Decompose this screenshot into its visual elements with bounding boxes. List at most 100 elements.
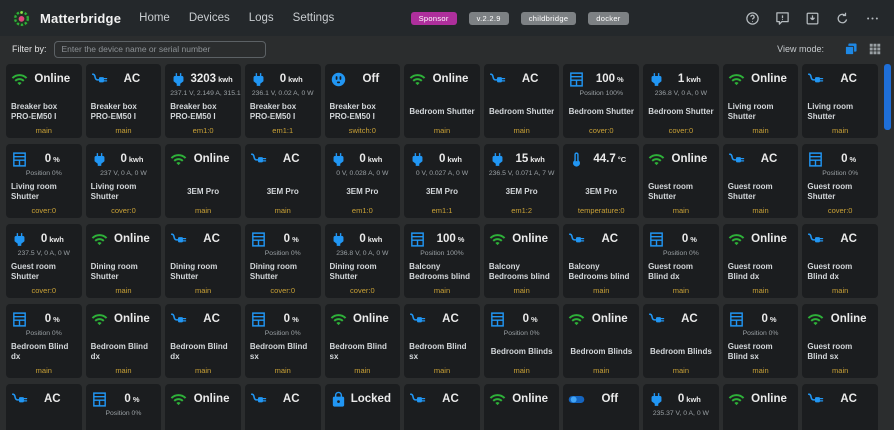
device-card[interactable]: Online 3EM Pro main [165, 144, 241, 218]
wifi-icon [11, 71, 28, 88]
device-card[interactable]: Off [563, 384, 640, 430]
status-unit: kwh [128, 155, 144, 164]
sponsor-badge[interactable]: Sponsor [410, 11, 457, 25]
device-name: Bedroom Shutter [568, 106, 634, 116]
device-card[interactable]: Locked [324, 384, 401, 430]
device-status: 0 kwh [40, 233, 64, 245]
device-card[interactable]: 100% Position 100% Balcony Bedrooms blind m… [404, 224, 480, 298]
wifi-icon [409, 71, 426, 88]
nav-settings[interactable]: Settings [293, 12, 335, 24]
device-card[interactable]: AC Bedroom Shutter main [483, 64, 560, 138]
device-card[interactable]: Online Balcony Bedrooms blind main [483, 224, 560, 298]
device-name: Balcony Bedrooms blind [568, 261, 630, 281]
feedback-icon[interactable] [775, 11, 790, 26]
device-card[interactable]: 3203kwh 237.1 V, 2.149 A, 315.1 W Breaker … [165, 64, 241, 138]
nav-home[interactable]: Home [139, 12, 170, 24]
wifi-icon [648, 151, 665, 168]
device-card[interactable]: AC Balcony Bedrooms blind main [563, 224, 640, 298]
device-name: Guest room Blind sx [807, 341, 853, 361]
device-card[interactable]: Online Guest room Shutter main [643, 144, 719, 218]
device-card[interactable]: 0 kwh 236.8 V, 0 A, 0 W Dining room Shutter… [324, 224, 401, 298]
app-header: Matterbridge Home Devices Logs Settings … [0, 0, 894, 36]
device-card[interactable]: AC 3EM Pro main [244, 144, 321, 218]
device-card[interactable]: 0% Position 0% Bedroom Blinds main [483, 304, 560, 378]
device-name: Dining room Shutter [90, 261, 138, 281]
help-icon[interactable] [745, 11, 760, 26]
device-status: 1 kwh [677, 73, 701, 85]
device-card[interactable]: Off Breaker box PRO-EM50 I switch:0 [324, 64, 401, 138]
device-card[interactable]: Online Bedroom Blind sx main [324, 304, 401, 378]
device-card[interactable]: AC [404, 384, 480, 430]
device-card[interactable]: 1 kwh 236.8 V, 0 A, 0 W Bedroom Shutter cove… [643, 64, 719, 138]
device-endpoint: main [433, 366, 451, 375]
device-card[interactable]: 0% Position 0% Guest room Blind dx main [643, 224, 719, 298]
device-card[interactable]: AC Bedroom Blind dx main [165, 304, 241, 378]
device-status: 0 kwh [677, 393, 701, 405]
device-card[interactable]: Online Bedroom Shutter main [404, 64, 480, 138]
device-card[interactable]: Online Breaker box PRO-EM50 I main [6, 64, 82, 138]
device-card[interactable]: Online Guest room Blind dx main [722, 224, 799, 298]
device-card[interactable]: 0 kwh 235.37 V, 0 A, 0 W [643, 384, 719, 430]
device-card[interactable]: 0% Position 0% Living room Shutter cover:0 [6, 144, 82, 218]
device-card[interactable]: 0 kwh 237 V, 0 A, 0 W Living room Shutter co… [85, 144, 162, 218]
nav-logs[interactable]: Logs [249, 12, 274, 24]
device-card[interactable]: 0% Position 0% Bedroom Blind dx main [6, 304, 82, 378]
device-card[interactable]: Online Dining room Shutter main [85, 224, 162, 298]
device-card[interactable]: AC [6, 384, 82, 430]
device-card[interactable]: 15 kwh 236.5 V, 0.071 A, 7 W 3EM Pro em1:2 [483, 144, 560, 218]
device-measurements: Position 100% [420, 250, 464, 257]
power-plug-icon [489, 151, 506, 168]
device-status: 0% [44, 313, 60, 325]
vertical-scrollbar-thumb[interactable] [884, 64, 891, 130]
device-status: AC [601, 233, 619, 245]
device-card[interactable]: 0% Position 0% [85, 384, 162, 430]
device-name: Balcony Bedrooms blind [409, 261, 471, 281]
device-card[interactable]: 0% Position 0% Guest room Shutter cover:0 [802, 144, 878, 218]
update-icon[interactable] [805, 11, 820, 26]
grid-view-icon[interactable] [868, 42, 882, 56]
device-card[interactable]: 0 kwh 0 V, 0.028 A, 0 W 3EM Pro em1:0 [324, 144, 401, 218]
device-card[interactable]: AC Breaker box PRO-EM50 I main [85, 64, 162, 138]
device-card[interactable]: Online Bedroom Blinds main [563, 304, 640, 378]
device-card[interactable]: AC Guest room Shutter main [722, 144, 799, 218]
device-card[interactable]: Online [165, 384, 241, 430]
device-card[interactable]: 100% Position 100% Bedroom Shutter cover:0 [563, 64, 640, 138]
blinds-icon [409, 231, 426, 248]
restart-icon[interactable] [835, 11, 850, 26]
device-status: 0% [761, 313, 777, 325]
device-card[interactable]: AC Dining room Shutter main [165, 224, 241, 298]
blinds-icon [489, 311, 506, 328]
device-endpoint: main [115, 366, 132, 375]
power-plug-icon [330, 151, 347, 168]
device-card[interactable]: 0 kwh 237.5 V, 0 A, 0 W Guest room Shutter c… [6, 224, 82, 298]
filter-input[interactable] [53, 40, 266, 58]
device-card[interactable]: Online Guest room Blind sx main [802, 304, 878, 378]
device-card[interactable]: Online Living room Shutter main [722, 64, 799, 138]
device-endpoint: main [672, 366, 690, 375]
nav-devices[interactable]: Devices [189, 12, 230, 24]
device-card[interactable]: AC Bedroom Blinds main [643, 304, 719, 378]
device-measurements [409, 409, 475, 418]
device-card[interactable]: 44.7 °C 3EM Pro temperature:0 [563, 144, 640, 218]
device-card[interactable]: AC [244, 384, 321, 430]
device-card[interactable]: AC Guest room Blind dx main [802, 224, 878, 298]
device-card[interactable]: Online [722, 384, 799, 430]
device-card[interactable]: 0 kwh 236.1 V, 0.02 A, 0 W Breaker box PRO-… [244, 64, 321, 138]
more-icon[interactable] [865, 11, 880, 26]
device-card[interactable]: 0% Position 0% Bedroom Blind sx main [244, 304, 321, 378]
device-card[interactable]: Online Bedroom Blind dx main [85, 304, 162, 378]
device-card[interactable]: AC Bedroom Blind sx main [404, 304, 480, 378]
device-card[interactable]: 0% Position 0% Dining room Shutter cover:0 [244, 224, 321, 298]
device-card[interactable]: 0 kwh 0 V, 0.027 A, 0 W 3EM Pro em1:1 [404, 144, 480, 218]
wifi-icon [807, 311, 824, 328]
device-name: 3EM Pro [425, 186, 458, 196]
device-status: Off [601, 393, 619, 405]
device-card[interactable]: 0% Position 0% Guest room Blind sx main [722, 304, 799, 378]
device-card[interactable]: AC Living room Shutter main [802, 64, 878, 138]
wifi-icon [728, 231, 745, 248]
device-measurements [568, 169, 634, 178]
device-card[interactable]: AC [802, 384, 878, 430]
device-card[interactable]: Online [483, 384, 560, 430]
device-measurements [568, 249, 634, 258]
cards-view-icon[interactable] [844, 42, 858, 56]
